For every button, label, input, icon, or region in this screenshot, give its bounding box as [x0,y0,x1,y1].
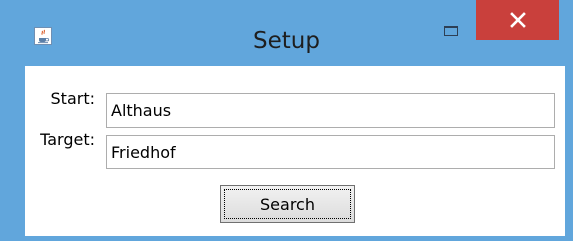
search-button[interactable]: Search [220,185,355,223]
target-label: Target: [40,130,95,149]
close-icon [510,12,526,28]
start-input[interactable] [106,93,555,128]
search-button-label: Search [224,189,351,219]
start-label: Start: [50,89,95,108]
maximize-button[interactable] [430,16,474,46]
setup-form: Start: Target: Search [25,66,565,236]
setup-window: Setup Start: Target: Search [0,0,573,241]
close-button[interactable] [476,0,559,40]
target-input[interactable] [106,135,555,169]
title-bar[interactable]: Setup [0,0,573,66]
maximize-icon [444,26,458,36]
